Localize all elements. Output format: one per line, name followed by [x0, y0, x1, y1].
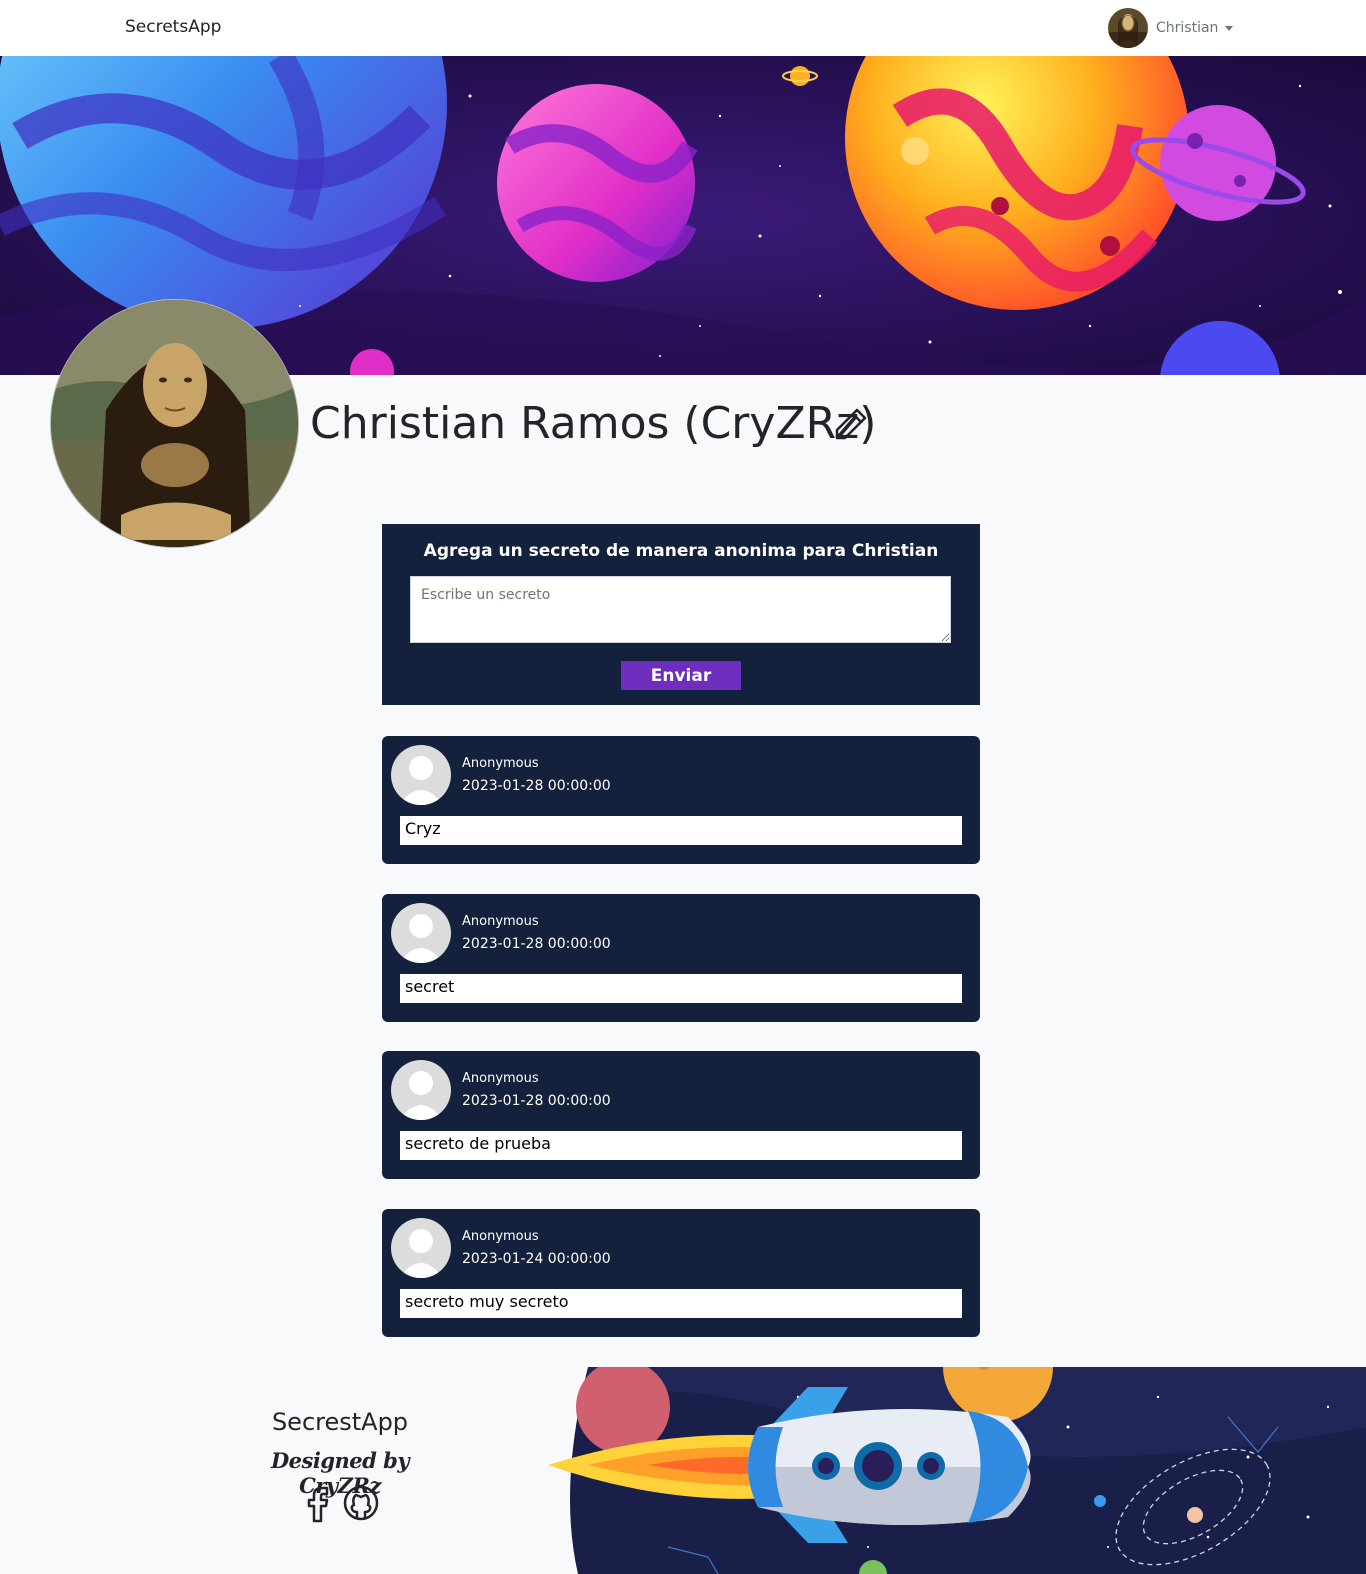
secret-card: Anonymous 2023-01-28 00:00:00 secret — [382, 894, 980, 1022]
anonymous-avatar-icon — [391, 903, 451, 963]
facebook-icon[interactable] — [304, 1485, 332, 1523]
secret-author: Anonymous — [462, 914, 539, 929]
caret-down-icon — [1225, 25, 1234, 31]
secret-text: secret — [400, 974, 962, 1003]
footer-designer: Designed by CryZRz — [270, 1448, 410, 1498]
secret-author: Anonymous — [462, 1071, 539, 1086]
footer-title: SecrestApp — [271, 1408, 409, 1436]
secret-text: secreto de prueba — [400, 1131, 962, 1160]
form-title: Agrega un secreto de manera anonima para… — [423, 541, 939, 561]
secret-date: 2023-01-28 00:00:00 — [462, 778, 611, 794]
navbar: SecretsApp Christian — [0, 0, 1366, 56]
secret-card: Anonymous 2023-01-28 00:00:00 Cryz — [382, 736, 980, 864]
secret-form: Agrega un secreto de manera anonima para… — [382, 524, 980, 705]
secret-date: 2023-01-24 00:00:00 — [462, 1251, 611, 1267]
secret-card: Anonymous 2023-01-28 00:00:00 secreto de… — [382, 1051, 980, 1179]
secret-card: Anonymous 2023-01-24 00:00:00 secreto mu… — [382, 1209, 980, 1337]
profile-avatar — [50, 299, 299, 548]
secret-author: Anonymous — [462, 1229, 539, 1244]
secret-date: 2023-01-28 00:00:00 — [462, 1093, 611, 1109]
secret-input[interactable] — [410, 576, 951, 643]
send-button[interactable]: Enviar — [621, 661, 741, 690]
secret-text: Cryz — [400, 816, 962, 845]
profile-name: Christian Ramos (CryZRz) — [310, 398, 877, 449]
github-icon[interactable] — [342, 1484, 380, 1522]
user-name: Christian — [1156, 20, 1219, 36]
brand-link[interactable]: SecretsApp — [125, 17, 221, 37]
secret-date: 2023-01-28 00:00:00 — [462, 936, 611, 952]
anonymous-avatar-icon — [391, 745, 451, 805]
rocket-illustration — [548, 1367, 1366, 1574]
user-dropdown[interactable]: Christian — [1108, 8, 1234, 48]
secret-text: secreto muy secreto — [400, 1289, 962, 1318]
anonymous-avatar-icon — [391, 1218, 451, 1278]
pencil-icon[interactable] — [833, 406, 869, 442]
anonymous-avatar-icon — [391, 1060, 451, 1120]
secret-author: Anonymous — [462, 756, 539, 771]
user-avatar-icon — [1108, 8, 1148, 48]
